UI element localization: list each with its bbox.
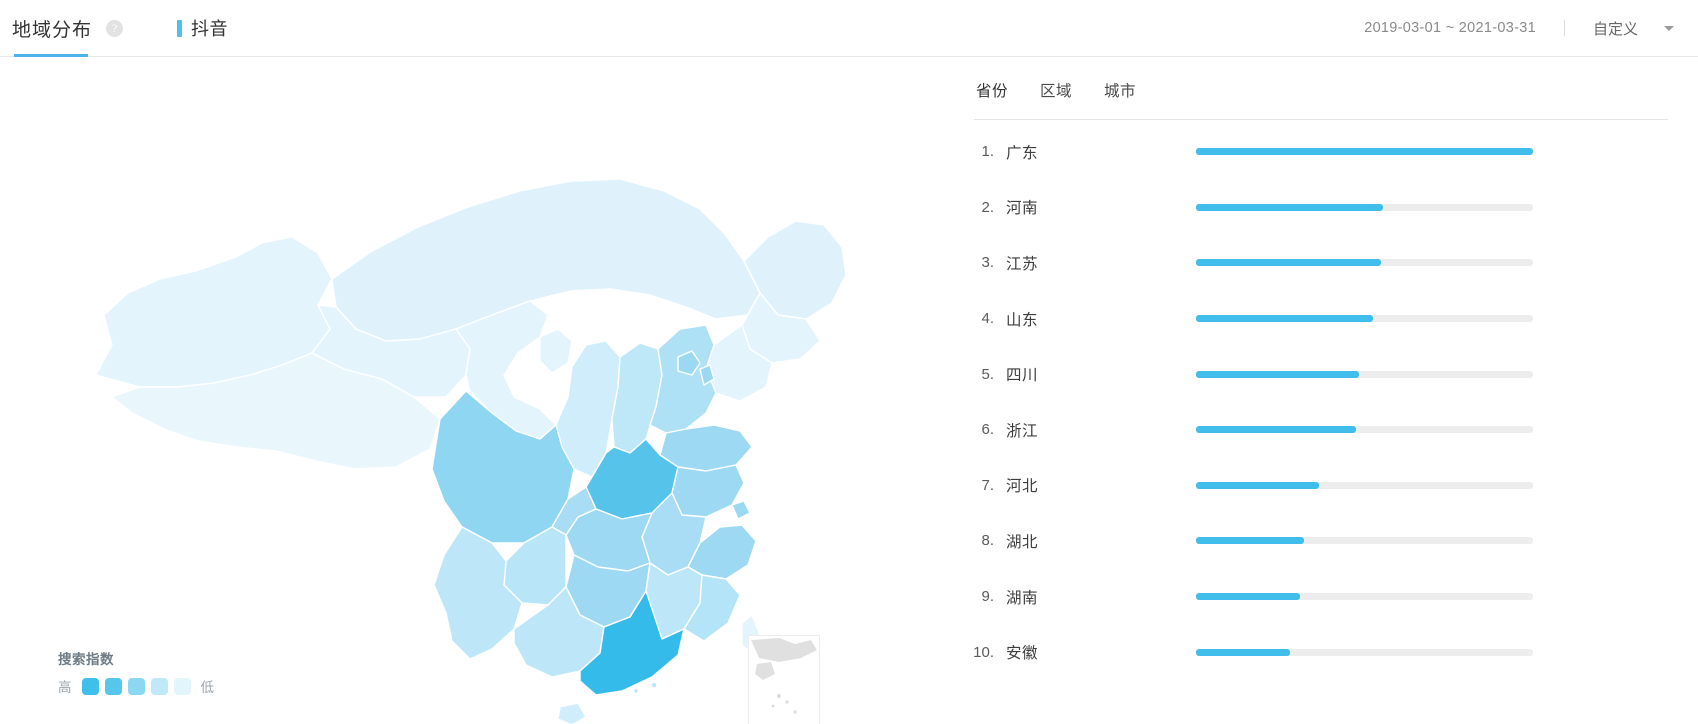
rank-bar-fill xyxy=(1196,537,1304,544)
legend-swatches xyxy=(79,678,194,695)
region-shanghai xyxy=(732,501,750,519)
table-row[interactable]: 4. 山东 xyxy=(950,291,1668,347)
rank-index: 1. xyxy=(960,143,994,160)
rank-bar-fill xyxy=(1196,259,1381,266)
rank-bar-track xyxy=(1196,371,1533,378)
legend-high-label: 高 xyxy=(58,676,72,696)
rank-bar-fill xyxy=(1196,315,1373,322)
region-hongkong xyxy=(651,682,657,688)
legend-swatch-2 xyxy=(105,678,122,695)
table-row[interactable]: 3. 江苏 xyxy=(950,235,1668,291)
rank-bar-fill xyxy=(1196,482,1319,489)
rank-bar-fill xyxy=(1196,148,1533,155)
rank-bar-fill xyxy=(1196,649,1290,656)
table-row[interactable]: 5. 四川 xyxy=(950,346,1668,402)
header-right-group: 2019-03-01 ~ 2021-03-31 自定义 xyxy=(1364,18,1674,39)
rank-bar-fill xyxy=(1196,371,1359,378)
help-icon[interactable]: ? xyxy=(106,20,123,37)
rank-province-name: 四川 xyxy=(1006,363,1196,385)
china-map-panel[interactable]: 搜索指数 高 低 xyxy=(0,57,940,724)
legend-scale: 高 低 xyxy=(58,676,214,696)
rank-province-name: 湖北 xyxy=(1006,530,1196,552)
rank-province-name: 江苏 xyxy=(1006,252,1196,274)
rank-index: 5. xyxy=(960,366,994,383)
keyword-chip[interactable]: 抖音 xyxy=(177,15,228,41)
legend-low-label: 低 xyxy=(201,676,215,696)
rank-province-name: 河南 xyxy=(1006,196,1196,218)
legend-swatch-3 xyxy=(128,678,145,695)
tab-province[interactable]: 省份 xyxy=(976,79,1008,101)
rank-province-name: 浙江 xyxy=(1006,419,1196,441)
rank-bar-track xyxy=(1196,148,1533,155)
tab-geo-distribution[interactable]: 地域分布 xyxy=(8,0,96,56)
rank-bar-track xyxy=(1196,259,1533,266)
region-shanxi xyxy=(612,343,662,453)
content-area: 搜索指数 高 低 xyxy=(0,57,1698,724)
rank-province-name: 湖南 xyxy=(1006,586,1196,608)
date-preset-label: 自定义 xyxy=(1593,18,1638,39)
rank-bar-fill xyxy=(1196,426,1356,433)
region-macau xyxy=(634,689,639,694)
rank-bar-track xyxy=(1196,426,1533,433)
chevron-down-icon xyxy=(1664,26,1674,31)
rank-province-name: 河北 xyxy=(1006,474,1196,496)
page-title: 地域分布 xyxy=(12,15,92,42)
legend-swatch-5 xyxy=(174,678,191,695)
table-row[interactable]: 1. 广东 xyxy=(950,124,1668,180)
table-row[interactable]: 8. 湖北 xyxy=(950,513,1668,569)
ranking-list: 1. 广东 2. 河南 3. 江苏 4. 山东 5. 四川 6. 浙江 7. 河北 8. 湖北 9. 湖南 10. 安… xyxy=(950,120,1668,680)
rank-province-name: 山东 xyxy=(1006,308,1196,330)
rank-province-name: 安徽 xyxy=(1006,641,1196,663)
ranking-tabs: 省份 区域 城市 xyxy=(950,79,1668,101)
ranking-panel: 省份 区域 城市 1. 广东 2. 河南 3. 江苏 4. 山东 5. 四川 6. 浙江 7. 河北 8. 湖… xyxy=(940,57,1698,724)
rank-bar-fill xyxy=(1196,204,1383,211)
south-china-sea-inset: 南海 xyxy=(748,635,820,724)
table-row[interactable]: 2. 河南 xyxy=(950,180,1668,236)
date-preset-dropdown[interactable]: 自定义 xyxy=(1593,18,1674,39)
rank-province-name: 广东 xyxy=(1006,141,1196,163)
rank-bar-track xyxy=(1196,482,1533,489)
rank-bar-track xyxy=(1196,537,1533,544)
china-choropleth-map[interactable] xyxy=(0,57,940,724)
rank-index: 2. xyxy=(960,199,994,216)
table-row[interactable]: 9. 湖南 xyxy=(950,569,1668,625)
rank-index: 3. xyxy=(960,254,994,271)
region-hainan xyxy=(558,703,586,724)
rank-index: 9. xyxy=(960,588,994,605)
table-row[interactable]: 7. 河北 xyxy=(950,458,1668,514)
header-left-group: 地域分布 ? 抖音 xyxy=(8,0,228,56)
rank-bar-track xyxy=(1196,315,1533,322)
rank-bar-track xyxy=(1196,649,1533,656)
keyword-color-marker xyxy=(177,20,182,37)
region-ningxia xyxy=(540,329,572,373)
keyword-label: 抖音 xyxy=(191,15,228,41)
inset-islands-map xyxy=(749,636,819,724)
rank-bar-fill xyxy=(1196,593,1300,600)
tab-region[interactable]: 区域 xyxy=(1040,79,1072,101)
rank-index: 8. xyxy=(960,532,994,549)
map-legend: 搜索指数 高 低 xyxy=(58,648,214,696)
table-row[interactable]: 10. 安徽 xyxy=(950,624,1668,680)
legend-swatch-1 xyxy=(82,678,99,695)
rank-index: 10. xyxy=(960,644,994,661)
region-yunnan xyxy=(434,527,522,659)
tab-city[interactable]: 城市 xyxy=(1104,79,1136,101)
legend-title: 搜索指数 xyxy=(58,648,214,668)
page-header: 地域分布 ? 抖音 2019-03-01 ~ 2021-03-31 自定义 xyxy=(0,0,1698,57)
header-divider xyxy=(1564,20,1565,36)
rank-index: 6. xyxy=(960,421,994,438)
legend-swatch-4 xyxy=(151,678,168,695)
date-range-display[interactable]: 2019-03-01 ~ 2021-03-31 xyxy=(1364,20,1536,36)
rank-bar-track xyxy=(1196,593,1533,600)
rank-index: 7. xyxy=(960,477,994,494)
table-row[interactable]: 6. 浙江 xyxy=(950,402,1668,458)
rank-index: 4. xyxy=(960,310,994,327)
rank-bar-track xyxy=(1196,204,1533,211)
